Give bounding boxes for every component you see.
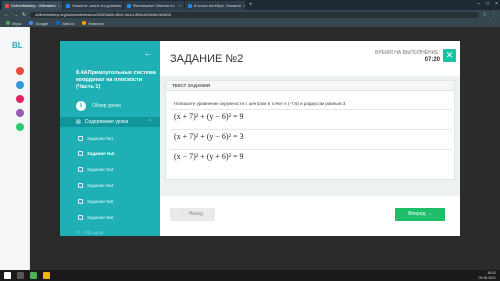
- address-bar: ← → ↻ onlinemektep.org/schedule/lesson/3…: [0, 10, 500, 19]
- strip-icon[interactable]: [16, 67, 24, 75]
- os-taskbar: 16:02 09.05.2021: [0, 270, 500, 281]
- back-arrow-icon[interactable]: ←: [144, 49, 152, 58]
- apps-icon: [6, 21, 10, 25]
- bookmarks-bar: Игры Google Mail.ru Новости: [0, 19, 500, 27]
- answer-option[interactable]: (x − 7)² + (y + 6)² = 9: [171, 149, 451, 162]
- favicon-icon: [188, 3, 192, 8]
- timer-label: ВРЕМЯ НА ВЫПОЛНЕНИЕ:: [375, 50, 440, 56]
- bookmark-item[interactable]: Google: [29, 21, 48, 26]
- sidebar-item-overview[interactable]: i Обзор урока: [76, 101, 158, 111]
- news-icon: [82, 21, 87, 25]
- menu-icon[interactable]: ⋮: [491, 12, 496, 18]
- mail-icon: [56, 21, 61, 25]
- task-panel: ЗАДАНИЕ №2 ВРЕМЯ НА ВЫПОЛНЕНИЕ: 07:20 ✕ …: [160, 41, 460, 236]
- task-card: ТЕКСТ ЗАДАНИЯ Напишите уравнение окружно…: [165, 80, 455, 180]
- browser-tab[interactable]: 8 класс алгебра. Укажите ×: [185, 1, 245, 10]
- sidebar-item-task-1[interactable]: Задание №1: [78, 136, 113, 141]
- pencil-icon: [78, 136, 83, 141]
- timer-value: 07:20: [424, 57, 440, 63]
- app-left-strip: BL: [0, 27, 30, 271]
- browser-icon[interactable]: [30, 272, 37, 279]
- close-tab-icon[interactable]: ×: [57, 1, 59, 10]
- sidebar-item-task-4[interactable]: Задание №4: [78, 183, 113, 188]
- lesson-sidebar: ← 8.4AПримоугольные система координат на…: [60, 41, 160, 236]
- folder-icon[interactable]: [43, 272, 50, 279]
- answer-option[interactable]: (x + 7)² + (y − 6)² = 9: [171, 109, 451, 122]
- reload-icon[interactable]: ↻: [22, 12, 26, 18]
- pencil-icon: [78, 199, 83, 204]
- browser-tab[interactable]: Укажите, какое из уравнен×: [63, 1, 123, 10]
- answer-option[interactable]: (x + 7)² + (y − 6)² = 3: [171, 129, 451, 142]
- browser-tab-bar: OnlineMektep - Bilimland × Укажите, какое…: [0, 0, 500, 10]
- star-icon[interactable]: ☆: [483, 12, 487, 18]
- task-title: ЗАДАНИЕ №2: [170, 53, 244, 65]
- sidebar-item-resources[interactable]: ▭ Обо урок: [76, 229, 103, 235]
- sidebar-item-task-6[interactable]: Задание №6: [78, 215, 113, 220]
- minimize-icon[interactable]: –: [477, 1, 480, 7]
- system-clock: 16:02 09.05.2021: [478, 271, 496, 280]
- browser-tab[interactable]: Финальные Знания по ×: [124, 1, 184, 10]
- favicon-icon: [5, 3, 9, 8]
- search-icon[interactable]: [17, 272, 24, 279]
- task-header: ЗАДАНИЕ №2 ВРЕМЯ НА ВЫПОЛНЕНИЕ: 07:20 ✕: [160, 41, 460, 76]
- favicon-icon: [127, 3, 131, 8]
- card-header: ТЕКСТ ЗАДАНИЯ: [166, 81, 454, 91]
- browser-tab[interactable]: OnlineMektep - Bilimland ×: [2, 1, 62, 10]
- sidebar-item-task-2[interactable]: Задание №2: [78, 151, 114, 156]
- back-arrow-icon[interactable]: ←: [4, 12, 9, 18]
- back-button[interactable]: ← Назад: [170, 208, 215, 221]
- close-tab-icon[interactable]: ×: [243, 1, 245, 10]
- next-button[interactable]: Вперед →: [395, 208, 445, 221]
- question-text: Напишите уравнение окружности с центром …: [174, 101, 347, 106]
- bilimland-logo: BL: [12, 41, 23, 50]
- bookmark-item[interactable]: Игры: [6, 21, 21, 26]
- pencil-icon: [78, 183, 83, 188]
- bookmark-item[interactable]: Новости: [82, 21, 104, 26]
- strip-icon[interactable]: [16, 109, 24, 117]
- pencil-icon: [78, 215, 83, 220]
- folder-icon: ▭: [76, 229, 81, 234]
- book-icon: ▤: [76, 119, 81, 125]
- close-window-icon[interactable]: ×: [495, 1, 498, 7]
- new-tab-button[interactable]: +: [246, 1, 256, 10]
- chevron-up-icon: ⌃: [147, 119, 152, 125]
- close-tab-icon[interactable]: ×: [179, 1, 181, 10]
- pencil-icon: [78, 151, 83, 156]
- start-icon[interactable]: [4, 272, 11, 279]
- maximize-icon[interactable]: □: [486, 1, 489, 7]
- url-field[interactable]: onlinemektep.org/schedule/lesson/32803a0…: [30, 11, 479, 18]
- course-title: 8.4AПримоугольные система координат на п…: [76, 70, 156, 90]
- sidebar-item-task-5[interactable]: Задание №5: [78, 199, 113, 204]
- info-icon: i: [76, 101, 86, 111]
- window-controls: – □ ×: [477, 1, 498, 7]
- strip-icon[interactable]: [16, 123, 24, 131]
- favicon-icon: [66, 3, 70, 8]
- arrow-right-icon: →: [426, 211, 432, 217]
- bookmark-item[interactable]: Mail.ru: [56, 21, 74, 26]
- forward-arrow-icon[interactable]: →: [13, 12, 18, 18]
- sidebar-item-task-3[interactable]: Задание №3: [78, 167, 113, 172]
- strip-icon[interactable]: [16, 81, 24, 89]
- strip-icon[interactable]: [16, 95, 24, 103]
- fullscreen-icon[interactable]: ✕: [443, 49, 456, 62]
- sidebar-item-contents[interactable]: ▤ Содержание урока ⌃: [60, 117, 160, 127]
- google-icon: [29, 21, 34, 25]
- task-footer: ← Назад Вперед →: [160, 196, 460, 236]
- pencil-icon: [78, 167, 83, 172]
- arrow-left-icon: ←: [182, 211, 188, 217]
